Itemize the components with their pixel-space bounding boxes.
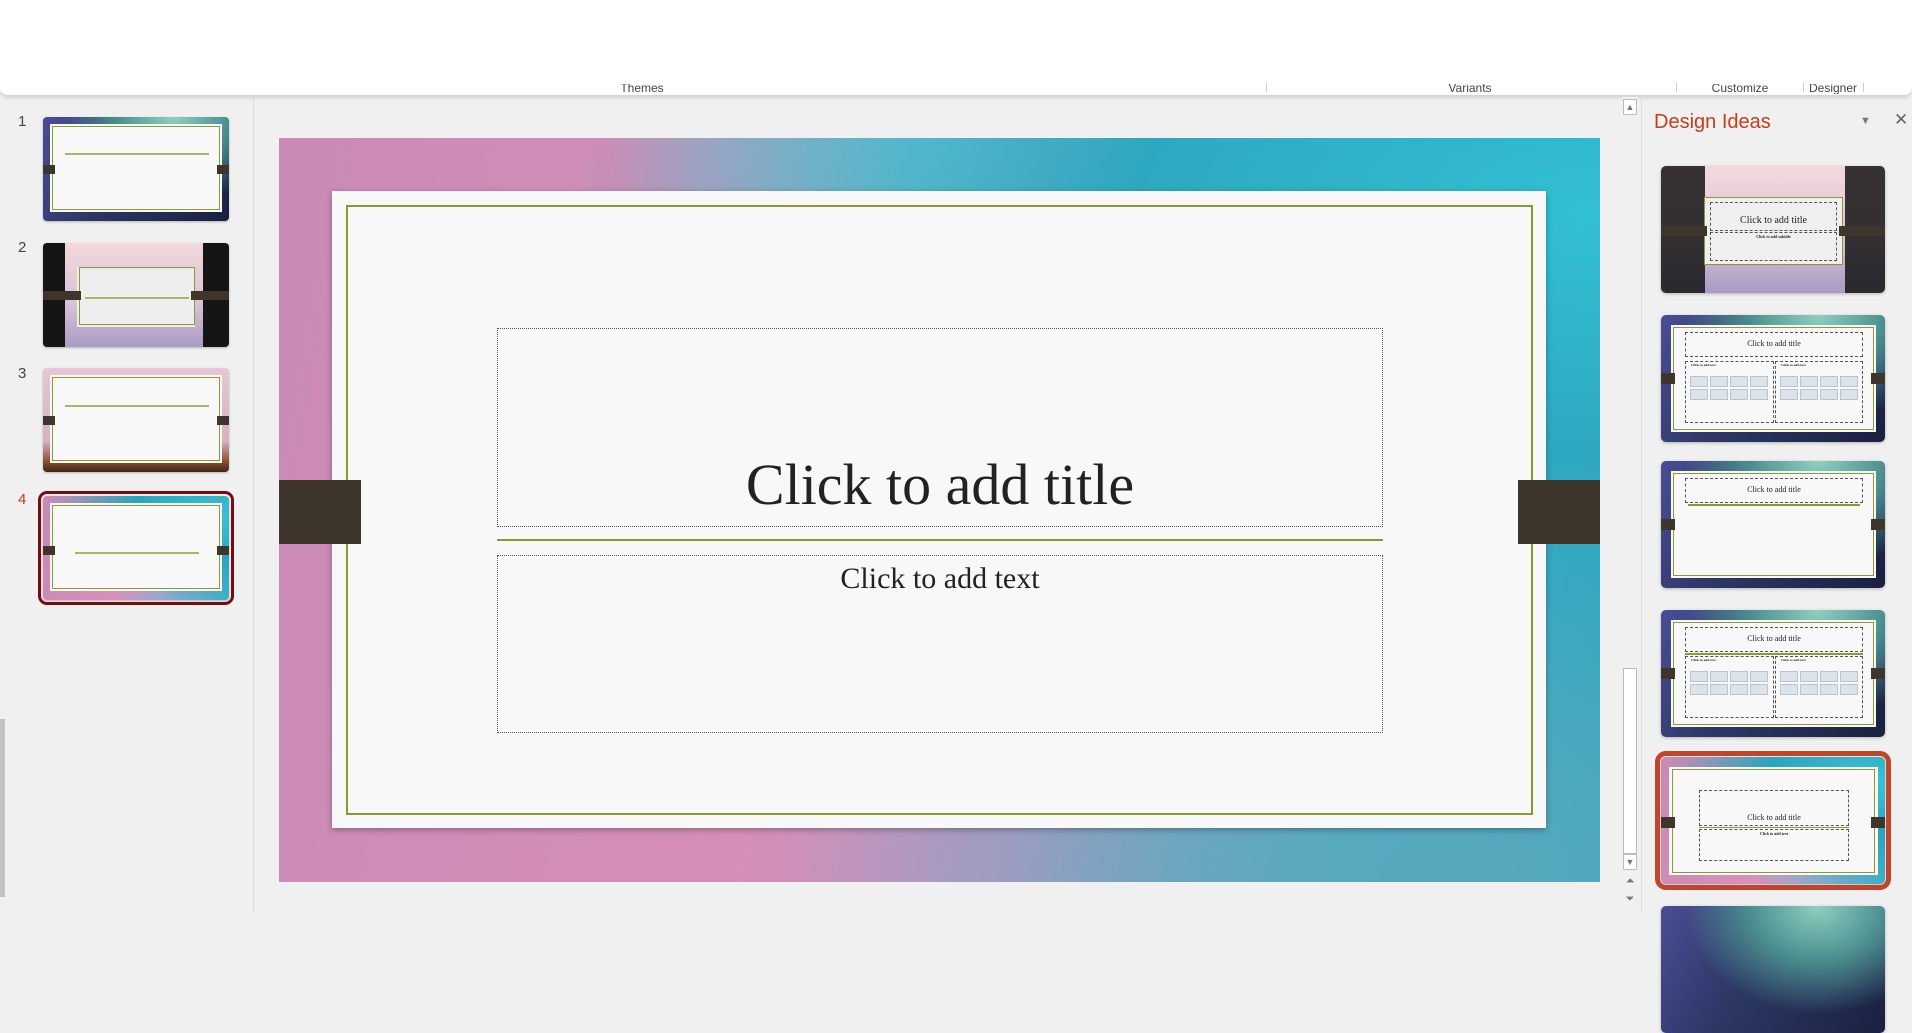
scroll-up-button[interactable]: ▲ [1623, 99, 1637, 115]
text-placeholder-text: Click to add text [840, 562, 1040, 595]
design-idea-1[interactable]: Click to add title Click to add subtitle [1661, 166, 1885, 293]
slide-thumbnail-2[interactable] [43, 243, 229, 347]
idea-subtitle: Click to add subtitle [1756, 234, 1791, 239]
scrollbar-thumb[interactable] [1623, 668, 1637, 854]
ribbon: Themes Variants Customize Designer [0, 0, 1912, 96]
design-idea-4[interactable]: Click to add title Click to add text Cli… [1661, 610, 1885, 737]
idea-title: Click to add title [1747, 813, 1801, 822]
title-placeholder[interactable]: Click to add title [497, 328, 1383, 527]
slides-pane-scrollbar[interactable] [0, 719, 5, 897]
text-placeholder[interactable]: Click to add text [497, 555, 1383, 733]
idea-title: Click to add title [1740, 215, 1807, 226]
divider [1863, 83, 1864, 92]
content-icons [1780, 376, 1858, 400]
previous-slide-button[interactable]: ⏶ [1623, 874, 1637, 890]
slide-canvas[interactable]: Click to add title Click to add text [279, 138, 1600, 882]
divider [1803, 83, 1804, 92]
design-idea-5[interactable]: Click to add title Click to add text [1655, 751, 1891, 890]
design-ideas-title: Design Ideas [1654, 111, 1771, 133]
slide-number: 2 [18, 239, 27, 256]
idea-title: Click to add title [1747, 339, 1801, 348]
next-slide-button[interactable]: ⏷ [1623, 892, 1637, 908]
idea-text: Click to add text [1691, 363, 1716, 367]
design-ideas-pane: Design Ideas ▼ ✕ Click to add title Clic… [1641, 97, 1912, 1033]
content-icons [1780, 671, 1858, 695]
idea-text: Click to add text [1691, 658, 1716, 662]
triangle-down-icon[interactable]: ▼ [1860, 115, 1871, 127]
slide-thumbnail-1[interactable] [43, 117, 229, 221]
idea-text: Click to add text [1781, 363, 1806, 367]
scroll-down-button[interactable]: ▼ [1623, 854, 1637, 870]
ribbon-group-variants: Variants [1448, 84, 1492, 94]
slide-number: 3 [18, 365, 27, 382]
divider [1676, 83, 1677, 92]
design-idea-2[interactable]: Click to add title Click to add text Cli… [1661, 315, 1885, 442]
title-divider-line [497, 539, 1383, 541]
divider [1266, 83, 1267, 92]
ribbon-group-designer: Designer [1808, 84, 1858, 94]
ribbon-group-customize: Customize [1711, 84, 1769, 94]
design-idea-6[interactable] [1661, 906, 1885, 1033]
idea-text: Click to add text [1781, 658, 1806, 662]
design-idea-3[interactable]: Click to add title [1661, 461, 1885, 588]
left-tab-decoration [279, 480, 361, 544]
close-icon[interactable]: ✕ [1894, 110, 1908, 130]
idea-subtitle: Click to add text [1759, 831, 1789, 836]
slide-number: 1 [18, 113, 27, 130]
idea-title: Click to add title [1747, 634, 1801, 643]
slide-number: 4 [18, 491, 27, 508]
title-placeholder-text: Click to add title [745, 452, 1135, 517]
slide-thumbnail-4[interactable] [38, 491, 234, 605]
slide-scrollbar[interactable]: ▲ ▼ ⏶ ⏷ [1622, 97, 1638, 912]
right-tab-decoration [1518, 480, 1600, 544]
idea-title: Click to add title [1747, 485, 1801, 494]
content-icons [1690, 671, 1768, 695]
content-icons [1690, 376, 1768, 400]
slide-thumbnail-3[interactable] [43, 368, 229, 472]
ribbon-group-themes: Themes [620, 84, 664, 94]
